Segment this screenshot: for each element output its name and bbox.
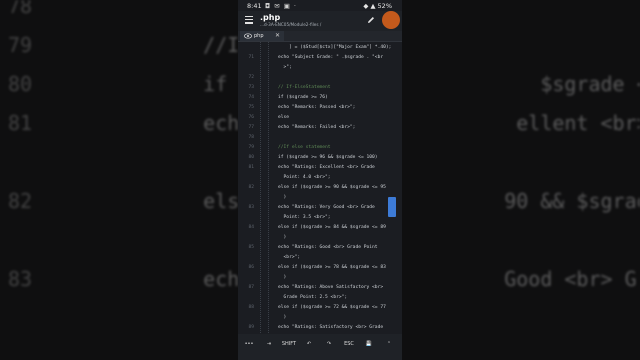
pencil-icon[interactable] [366,15,376,25]
tab-php[interactable]: php ✕ [240,31,284,41]
hamburger-menu-icon[interactable] [245,16,253,24]
code-text: echo "Ratings: Satisfactory <br> Grade [278,325,384,330]
indent-guide [260,322,261,333]
file-path: ...d-3A-ENC05/Module2-files / [260,22,322,27]
line-number: 89 [248,325,254,330]
esc-key-button[interactable]: ESC [340,341,358,347]
notification-icons: ◘ ✉ ▣ · [265,2,297,10]
background-line-number: 78 [8,0,33,18]
tab-key-button[interactable]: ⇥ [260,341,278,347]
keyboard-accessory-bar: ••• ⇥ SHIFT ↶ ↷ ESC 💾 ⌃ [238,334,402,360]
undo-button[interactable]: ↶ [300,341,318,347]
eye-icon[interactable] [244,33,252,39]
more-keys-button[interactable]: ••• [240,341,258,347]
save-button[interactable]: 💾 [360,341,378,347]
background-line-number: 81 [8,111,33,135]
battery-indicator: ◆ ▲ 52% [363,2,392,10]
redo-button[interactable]: ↷ [320,341,338,347]
scrollbar-thumb[interactable] [388,197,396,217]
indent-guide [268,322,269,333]
app-toolbar: .php ...d-3A-ENC05/Module2-files / [238,11,402,31]
run-fab-button[interactable] [382,11,400,29]
background-line-number: 80 [8,72,33,96]
tab-label: php [254,33,264,39]
file-title: .php [260,13,281,22]
background-line-number: 82 [8,189,33,213]
background-code-text: ) [155,228,252,252]
code-editor[interactable]: ] = ($Stud[$ctx]["Major Exam"] *.40); 71 e… [238,42,402,334]
shift-key-button[interactable]: SHIFT [280,341,298,347]
status-bar: 8:41 ◘ ✉ ▣ · ◆ ▲ 52% [238,0,402,11]
code-line[interactable]: 89 echo "Ratings: Satisfactory <br> Grade [238,322,402,333]
background-line-number: 83 [8,267,33,291]
background-line-number: 79 [8,33,33,57]
phone-screen: 8:41 ◘ ✉ ▣ · ◆ ▲ 52% .php ...d-3A-ENC05/… [238,0,402,360]
tab-bar: php ✕ [238,31,402,42]
status-time: 8:41 [247,2,262,10]
tab-close-icon[interactable]: ✕ [275,32,280,39]
ctrl-key-button[interactable]: ⌃ [380,341,398,347]
